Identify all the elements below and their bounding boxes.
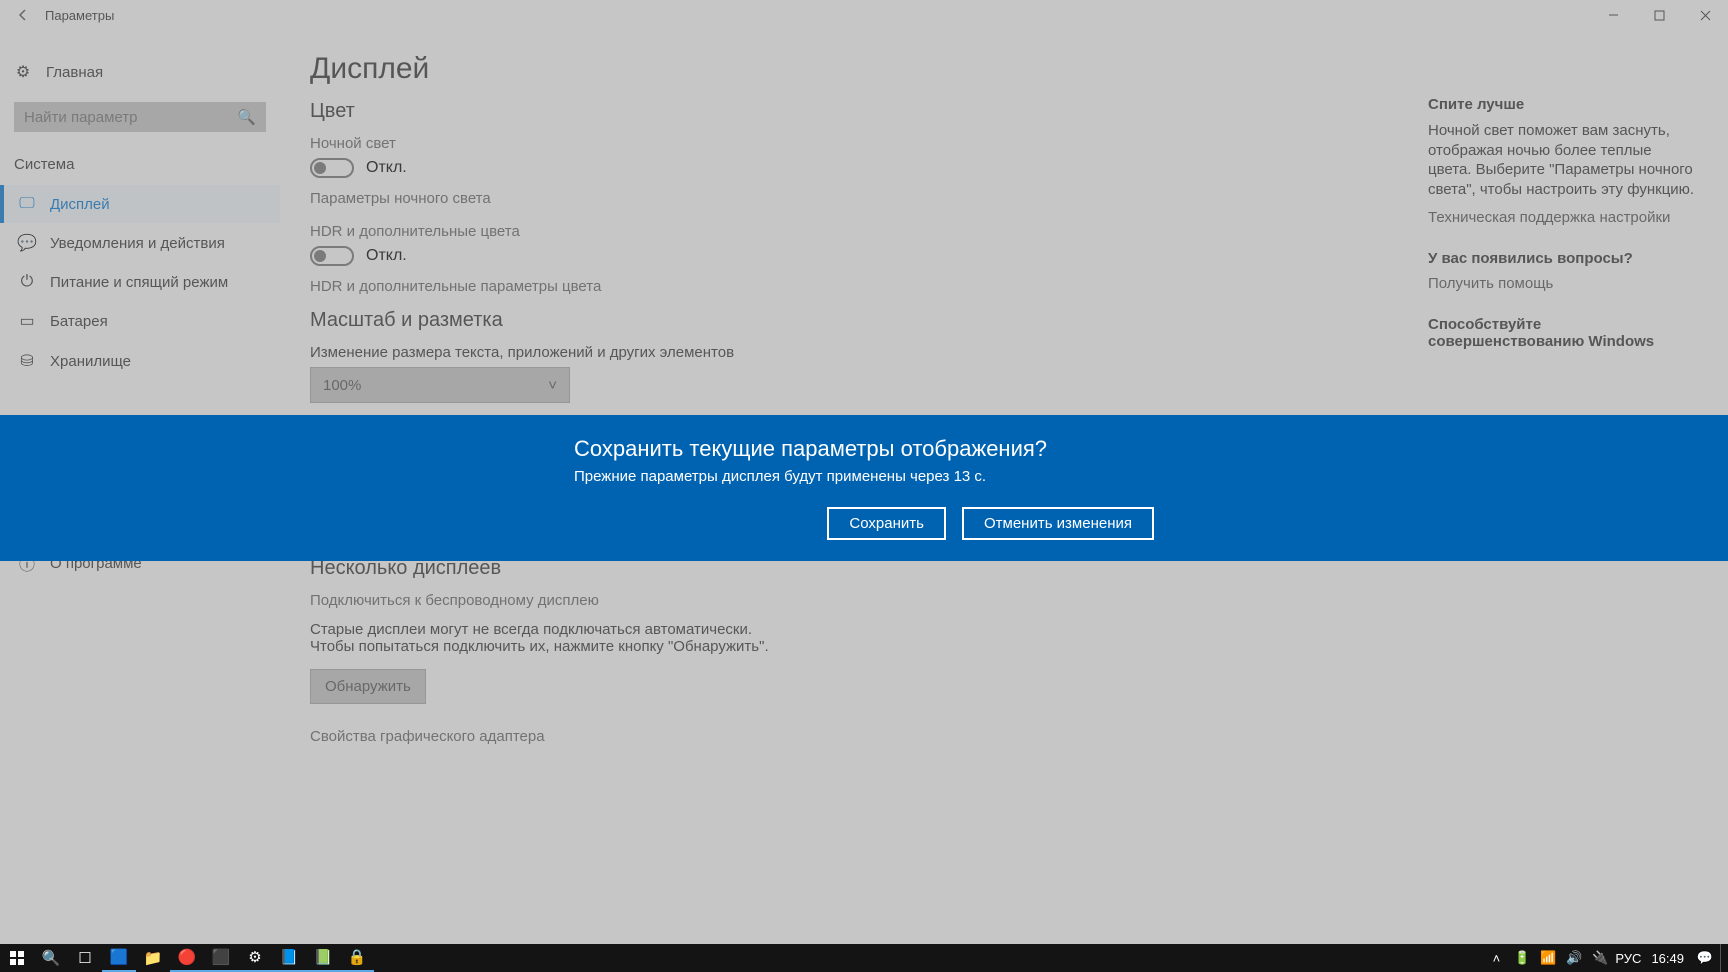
hdr-settings-link[interactable]: HDR и дополнительные параметры цвета: [310, 278, 1270, 295]
sidebar-item-battery[interactable]: ▭ Батарея: [0, 301, 280, 341]
toggle-state: Откл.: [366, 159, 407, 177]
sidebar-item-label: Батарея: [50, 313, 108, 330]
dialog-title: Сохранить текущие параметры отображения?: [574, 436, 1154, 462]
notifications-icon: 💬: [18, 233, 36, 253]
questions-header: У вас появились вопросы?: [1428, 250, 1698, 267]
page-title: Дисплей: [310, 52, 1270, 86]
sleep-better-text: Ночной свет поможет вам заснуть, отображ…: [1428, 121, 1698, 199]
scale-description: Изменение размера текста, приложений и д…: [310, 344, 1270, 361]
detect-button[interactable]: Обнаружить: [310, 669, 426, 704]
home-label: Главная: [46, 64, 103, 81]
action-center-icon[interactable]: 💬: [1694, 944, 1716, 972]
app-icon-5[interactable]: 🔒: [340, 944, 374, 972]
tech-support-link[interactable]: Техническая поддержка настройки: [1428, 209, 1698, 226]
scale-dropdown[interactable]: 100% ˅: [310, 367, 570, 403]
close-button[interactable]: [1682, 0, 1728, 30]
search-taskbar-icon[interactable]: 🔍: [34, 944, 68, 972]
battery-icon: ▭: [18, 311, 36, 331]
start-button[interactable]: [0, 944, 34, 972]
toggle-state: Откл.: [366, 247, 407, 265]
search-input[interactable]: [24, 109, 204, 126]
window-title: Параметры: [45, 8, 114, 23]
sidebar-item-power[interactable]: ⏻ Питание и спящий режим: [0, 263, 280, 301]
sidebar-item-notifications[interactable]: 💬 Уведомления и действия: [0, 223, 280, 263]
file-explorer-icon[interactable]: 📁: [136, 944, 170, 972]
home-link[interactable]: ⚙ Главная: [0, 54, 280, 90]
volume-tray-icon[interactable]: 🔊: [1563, 944, 1585, 972]
show-desktop-button[interactable]: [1720, 944, 1726, 972]
settings-taskbar-icon[interactable]: ⚙: [238, 944, 272, 972]
minimize-button[interactable]: [1590, 0, 1636, 30]
sidebar-item-storage[interactable]: ⛁ Хранилище: [0, 341, 280, 381]
app-icon-2[interactable]: ⬛: [204, 944, 238, 972]
gear-icon: ⚙: [14, 62, 32, 82]
sleep-better-header: Спите лучше: [1428, 96, 1698, 113]
language-indicator[interactable]: РУС: [1615, 951, 1641, 966]
usb-tray-icon[interactable]: 🔌: [1589, 944, 1611, 972]
hdr-toggle[interactable]: Откл.: [310, 246, 1270, 266]
search-box[interactable]: 🔍: [14, 102, 266, 132]
taskbar: 🔍 ☐ 🟦 📁 🔴 ⬛ ⚙ 📘 📗 🔒 ˄ 🔋 📶 🔊 🔌 РУС 16:49 …: [0, 944, 1728, 972]
display-icon: 🖵: [18, 195, 36, 213]
task-view-icon[interactable]: ☐: [68, 944, 102, 972]
search-icon: 🔍: [237, 108, 256, 126]
adapter-properties-link[interactable]: Свойства графического адаптера: [310, 728, 1270, 745]
get-help-link[interactable]: Получить помощь: [1428, 275, 1698, 292]
maximize-button[interactable]: [1636, 0, 1682, 30]
power-icon: ⏻: [18, 273, 36, 291]
storage-icon: ⛁: [18, 351, 36, 371]
sidebar-item-label: Дисплей: [50, 196, 110, 213]
scale-section-header: Масштаб и разметка: [310, 309, 1270, 332]
titlebar: Параметры: [0, 0, 1728, 30]
hdr-label: HDR и дополнительные цвета: [310, 223, 1270, 240]
confirmation-dialog: Сохранить текущие параметры отображения?…: [0, 415, 1728, 561]
revert-button[interactable]: Отменить изменения: [962, 507, 1154, 540]
sidebar-item-label: Питание и спящий режим: [50, 274, 228, 291]
clock[interactable]: 16:49: [1645, 951, 1690, 966]
tray-chevron-icon[interactable]: ˄: [1485, 944, 1507, 972]
color-section-header: Цвет: [310, 100, 1270, 123]
chevron-down-icon: ˅: [548, 377, 557, 394]
night-light-settings-link[interactable]: Параметры ночного света: [310, 190, 1270, 207]
sidebar-item-display[interactable]: 🖵 Дисплей: [0, 185, 280, 223]
app-icon-1[interactable]: 🟦: [102, 944, 136, 972]
dialog-message: Прежние параметры дисплея будут применен…: [574, 468, 1154, 485]
scale-value: 100%: [323, 377, 361, 394]
app-icon-4[interactable]: 📗: [306, 944, 340, 972]
battery-tray-icon[interactable]: 🔋: [1511, 944, 1533, 972]
sidebar-item-label: Уведомления и действия: [50, 235, 225, 252]
old-displays-text: Старые дисплеи могут не всегда подключат…: [310, 621, 770, 655]
category-header: Система: [0, 150, 280, 185]
night-light-toggle[interactable]: Откл.: [310, 158, 1270, 178]
wifi-tray-icon[interactable]: 📶: [1537, 944, 1559, 972]
app-icon-3[interactable]: 📘: [272, 944, 306, 972]
wireless-display-link[interactable]: Подключиться к беспроводному дисплею: [310, 592, 1270, 609]
night-light-label: Ночной свет: [310, 135, 1270, 152]
back-button[interactable]: [0, 0, 45, 30]
sidebar-item-label: Хранилище: [50, 353, 131, 370]
keep-changes-button[interactable]: Сохранить: [827, 507, 946, 540]
feedback-header: Способствуйте совершенствованию Windows: [1428, 316, 1698, 350]
opera-icon[interactable]: 🔴: [170, 944, 204, 972]
